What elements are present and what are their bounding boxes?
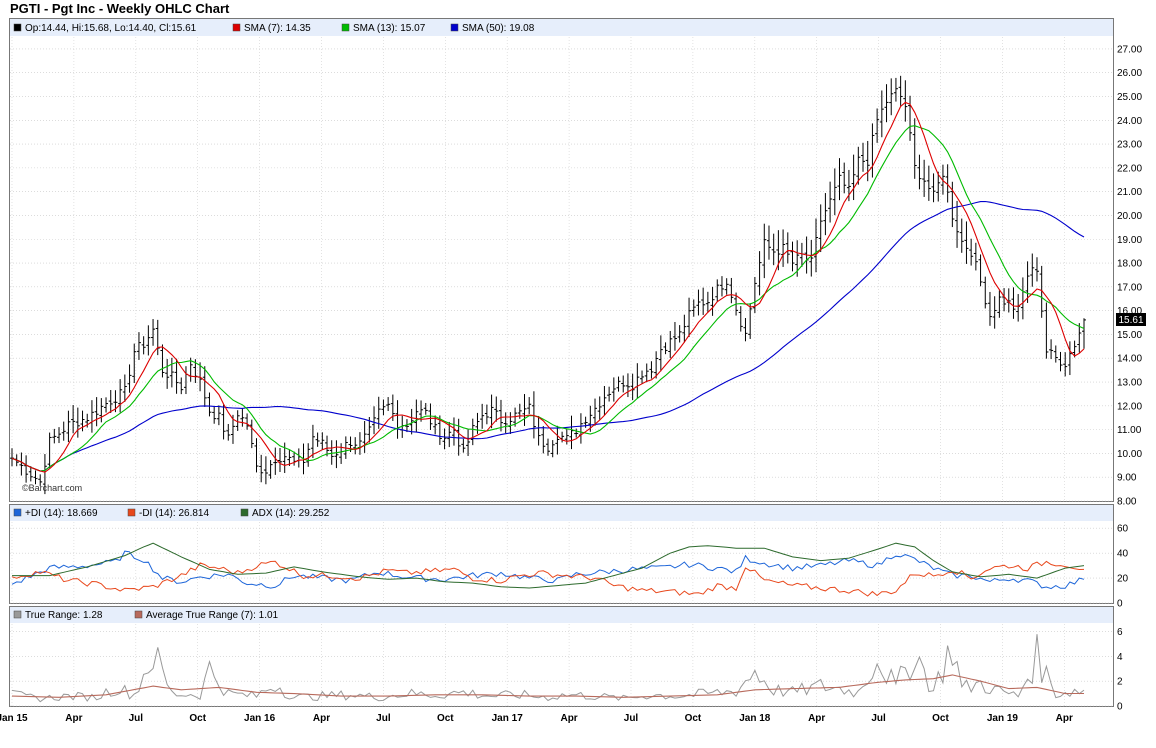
price-legend-label: SMA (50): 19.08: [462, 23, 535, 34]
price-tick-label: 10.00: [1117, 449, 1142, 460]
dmi-legend-label: ADX (14): 29.252: [252, 508, 330, 519]
price-legend-swatch: [13, 23, 22, 32]
price-legend-label: Op:14.44, Hi:15.68, Lo:14.40, Cl:15.61: [25, 23, 197, 34]
price-tick-label: 25.00: [1117, 92, 1142, 103]
price-tick-label: 17.00: [1117, 282, 1142, 293]
x-tick-label: Jul: [871, 713, 886, 724]
dmi-legend-label: +DI (14): 18.669: [25, 508, 98, 519]
chart-canvas: 8.009.0010.0011.0012.0013.0014.0015.0016…: [0, 18, 1146, 724]
price-tick-label: 24.00: [1117, 116, 1142, 127]
price-tick-label: 15.00: [1117, 330, 1142, 341]
price-tick-label: 27.00: [1117, 44, 1142, 55]
x-tick-label: Apr: [808, 713, 825, 724]
price-legend-swatch: [450, 23, 459, 32]
x-tick-label: Jan 15: [0, 713, 28, 724]
tr-tick-label: 2: [1117, 677, 1123, 688]
x-tick-label: Jul: [129, 713, 144, 724]
price-tick-label: 23.00: [1117, 140, 1142, 151]
dmi-tick-label: 40: [1117, 549, 1129, 560]
x-tick-label: Oct: [437, 713, 454, 724]
tr-legend-label: Average True Range (7): 1.01: [146, 610, 279, 621]
dmi-tick-label: 20: [1117, 574, 1129, 585]
price-tick-label: 14.00: [1117, 354, 1142, 365]
price-tick-label: 21.00: [1117, 187, 1142, 198]
price-tick-label: 19.00: [1117, 235, 1142, 246]
x-tick-label: Apr: [313, 713, 330, 724]
price-tick-label: 26.00: [1117, 68, 1142, 79]
price-tick-label: 9.00: [1117, 473, 1137, 484]
x-tick-label: Jan 17: [492, 713, 524, 724]
x-tick-label: Jan 16: [244, 713, 276, 724]
tr-tick-label: 4: [1117, 652, 1123, 663]
dmi-legend-swatch: [127, 508, 136, 517]
x-tick-label: Oct: [189, 713, 206, 724]
price-legend-swatch: [232, 23, 241, 32]
x-tick-label: Jul: [376, 713, 391, 724]
price-tick-label: 20.00: [1117, 211, 1142, 222]
x-tick-label: Jan 18: [739, 713, 771, 724]
price-tick-label: 8.00: [1117, 497, 1137, 508]
tr-tick-label: 0: [1117, 702, 1123, 713]
price-tick-label: 13.00: [1117, 378, 1142, 389]
x-tick-label: Apr: [1056, 713, 1073, 724]
x-tick-label: Oct: [932, 713, 949, 724]
last-price-label: 15.61: [1118, 315, 1143, 326]
tr-tick-label: 6: [1117, 627, 1123, 638]
price-tick-label: 18.00: [1117, 259, 1142, 270]
x-tick-label: Apr: [65, 713, 82, 724]
price-tick-label: 11.00: [1117, 425, 1142, 436]
dmi-legend-swatch: [240, 508, 249, 517]
x-tick-label: Jan 19: [987, 713, 1019, 724]
price-tick-label: 22.00: [1117, 163, 1142, 174]
dmi-tick-label: 0: [1117, 599, 1123, 610]
tr-legend-swatch: [134, 610, 143, 619]
price-legend-swatch: [341, 23, 350, 32]
price-panel: [9, 18, 1114, 502]
dmi-tick-label: 60: [1117, 524, 1129, 535]
dmi-legend-label: -DI (14): 26.814: [139, 508, 209, 519]
price-tick-label: 12.00: [1117, 401, 1142, 412]
watermark: ©Barchart.com: [22, 483, 82, 493]
price-legend-label: SMA (13): 15.07: [353, 23, 426, 34]
x-tick-label: Apr: [560, 713, 577, 724]
x-tick-label: Oct: [685, 713, 702, 724]
dmi-legend-swatch: [13, 508, 22, 517]
tr-legend-label: True Range: 1.28: [25, 610, 103, 621]
x-tick-label: Jul: [624, 713, 639, 724]
tr-legend-swatch: [13, 610, 22, 619]
price-legend-label: SMA (7): 14.35: [244, 23, 311, 34]
